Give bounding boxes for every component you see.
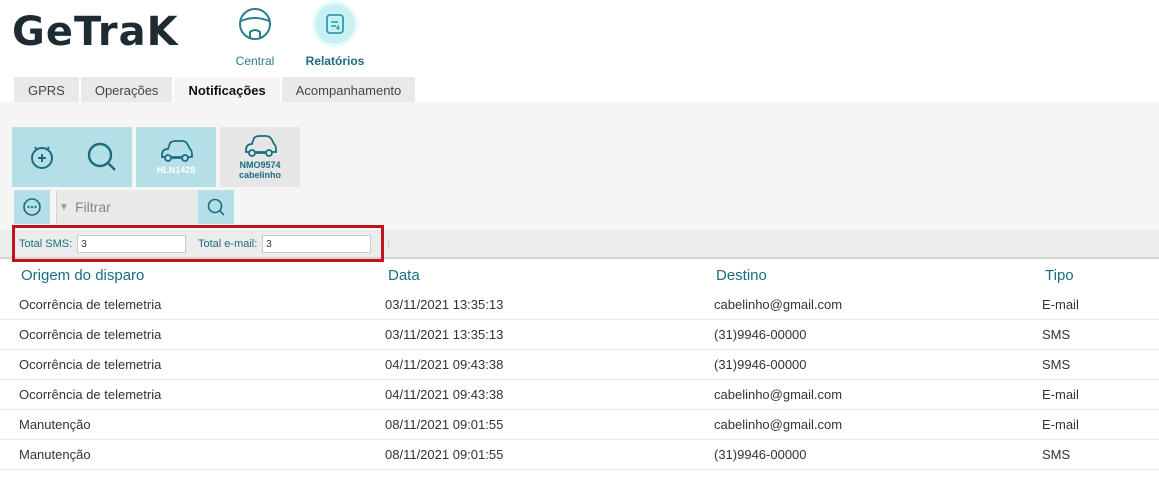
steering-wheel-icon <box>235 4 275 44</box>
cell-destino: (31)9946-00000 <box>714 357 807 372</box>
nav-relatorios[interactable]: Relatórios <box>300 4 370 68</box>
cell-origem: Manutenção <box>19 447 91 462</box>
notifications-table: Origem do disparo Data Destino Tipo Ocor… <box>0 261 1159 470</box>
cell-destino: cabelinho@gmail.com <box>714 297 843 312</box>
table-row[interactable]: Ocorrência de telemetria 04/11/2021 09:4… <box>0 380 1159 410</box>
cell-tipo: SMS <box>1042 357 1071 372</box>
cell-origem: Ocorrência de telemetria <box>19 357 162 372</box>
add-device-button[interactable] <box>12 127 72 187</box>
cell-data: 04/11/2021 09:43:38 <box>385 387 504 402</box>
tool-row: HLN1428 NMO9574 cabelinho <box>12 127 300 187</box>
car-icon <box>161 140 193 162</box>
cell-origem: Ocorrência de telemetria <box>19 327 162 342</box>
search-icon <box>207 198 225 216</box>
nav-central-label: Central <box>235 54 275 68</box>
cell-tipo: SMS <box>1042 447 1071 462</box>
vehicle-button-nmo9574[interactable]: NMO9574 cabelinho <box>220 127 300 187</box>
cell-origem: Ocorrência de telemetria <box>19 387 162 402</box>
report-icon <box>315 4 355 44</box>
cell-destino: (31)9946-00000 <box>714 447 807 462</box>
cell-origem: Manutenção <box>19 417 91 432</box>
tool-group <box>12 127 132 187</box>
nav-central[interactable]: Central <box>220 4 290 68</box>
vehicle-button-hln1428[interactable]: HLN1428 <box>136 127 216 187</box>
cell-data: 04/11/2021 09:43:38 <box>385 357 504 372</box>
cell-data: 03/11/2021 13:35:13 <box>385 297 504 312</box>
search-button[interactable] <box>72 127 132 187</box>
column-header-destino[interactable]: Destino <box>716 267 767 284</box>
tab-gprs[interactable]: GPRS <box>14 77 79 102</box>
header: GeTraK Central Relatórios <box>0 0 1159 76</box>
tab-acompanhamento[interactable]: Acompanhamento <box>281 77 416 102</box>
table-row[interactable]: Ocorrência de telemetria 03/11/2021 13:3… <box>0 290 1159 320</box>
car-icon <box>245 135 277 157</box>
cell-tipo: E-mail <box>1042 387 1079 402</box>
cell-data: 08/11/2021 09:01:55 <box>385 447 504 462</box>
highlight-box <box>12 225 384 262</box>
filter-row: ▼ <box>14 190 234 224</box>
filter-input[interactable] <box>71 192 195 222</box>
table-row[interactable]: Ocorrência de telemetria 04/11/2021 09:4… <box>0 350 1159 380</box>
cell-tipo: SMS <box>1042 327 1071 342</box>
search-icon <box>87 142 116 171</box>
vehicle-plate: NMO9574 <box>239 160 281 170</box>
cell-destino: cabelinho@gmail.com <box>714 417 843 432</box>
app-logo: GeTraK <box>12 9 179 55</box>
tab-notificacoes[interactable]: Notificações <box>174 77 280 102</box>
tab-operacoes[interactable]: Operações <box>80 77 173 102</box>
vehicle-name: cabelinho <box>238 170 281 180</box>
table-header: Origem do disparo Data Destino Tipo <box>0 261 1159 290</box>
cell-destino: (31)9946-00000 <box>714 327 807 342</box>
tab-bar: GPRS Operações Notificações Acompanhamen… <box>14 77 416 102</box>
cell-data: 03/11/2021 13:35:13 <box>385 327 504 342</box>
table-row[interactable]: Manutenção 08/11/2021 09:01:55 cabelinho… <box>0 410 1159 440</box>
table-row[interactable]: Ocorrência de telemetria 03/11/2021 13:3… <box>0 320 1159 350</box>
cell-tipo: E-mail <box>1042 297 1079 312</box>
vehicle-plate: HLN1428 <box>156 165 196 175</box>
filter-box: ▼ <box>56 190 198 224</box>
column-header-origem[interactable]: Origem do disparo <box>21 267 144 284</box>
divider <box>388 239 389 249</box>
add-device-icon <box>31 146 53 169</box>
nav-relatorios-label: Relatórios <box>305 54 365 68</box>
more-options-button[interactable] <box>14 190 50 224</box>
dropdown-arrow-icon[interactable]: ▼ <box>57 202 71 213</box>
cell-data: 08/11/2021 09:01:55 <box>385 417 504 432</box>
column-header-data[interactable]: Data <box>388 267 420 284</box>
table-row[interactable]: Manutenção 08/11/2021 09:01:55 (31)9946-… <box>0 440 1159 470</box>
cell-tipo: E-mail <box>1042 417 1079 432</box>
filter-search-button[interactable] <box>198 190 234 224</box>
column-header-tipo[interactable]: Tipo <box>1045 267 1074 284</box>
cell-destino: cabelinho@gmail.com <box>714 387 843 402</box>
more-icon <box>23 198 41 216</box>
cell-origem: Ocorrência de telemetria <box>19 297 162 312</box>
